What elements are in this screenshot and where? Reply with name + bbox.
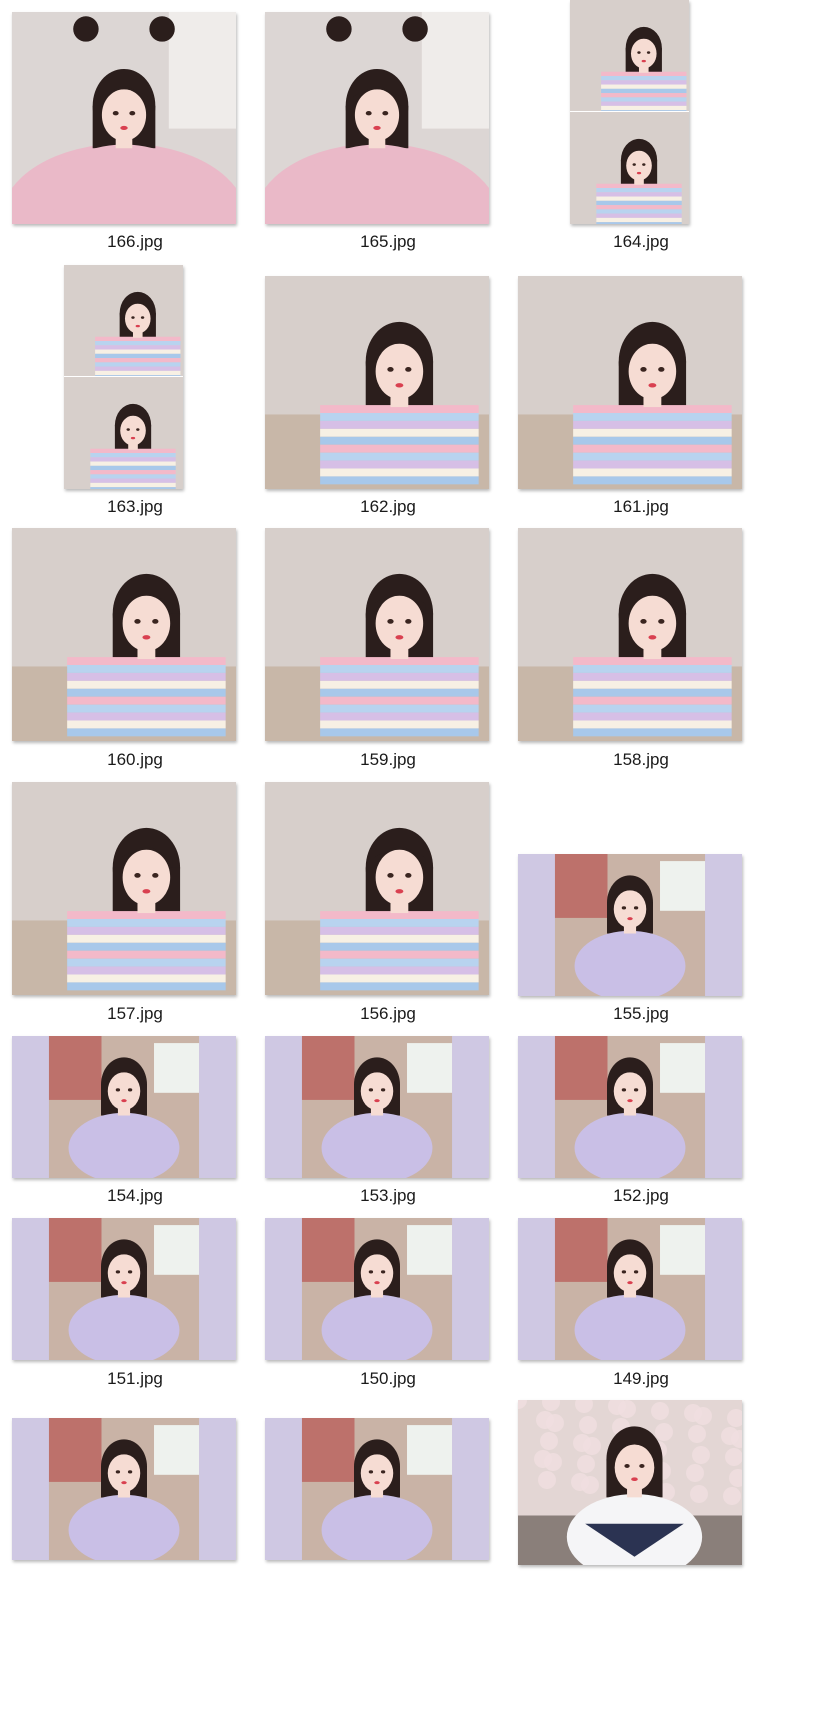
file-thumbnail[interactable]	[265, 1218, 489, 1360]
file-grid: 166.jpg 165.jpg 164.jpg 163.jpg 162.jpg 161.j…	[0, 0, 816, 1719]
photo-image	[265, 1036, 489, 1178]
file-thumbnail[interactable]	[12, 782, 236, 995]
file-name-label[interactable]: 161.jpg	[518, 497, 764, 517]
file-thumbnail[interactable]	[265, 528, 489, 741]
photo-image	[12, 1418, 236, 1560]
file-thumbnail[interactable]	[518, 1036, 742, 1178]
photo-image	[518, 1218, 742, 1360]
photo-image	[265, 1418, 489, 1560]
file-item[interactable]: 159.jpg	[265, 528, 511, 772]
file-item[interactable]: 164.jpg	[518, 0, 764, 254]
file-name-label[interactable]: 157.jpg	[12, 1004, 258, 1024]
photo-image	[518, 528, 742, 741]
file-name-label[interactable]: 160.jpg	[12, 750, 258, 770]
file-thumbnail[interactable]	[12, 1218, 236, 1360]
file-item[interactable]: 162.jpg	[265, 265, 511, 519]
file-name-label[interactable]: 158.jpg	[518, 750, 764, 770]
file-item[interactable]: 157.jpg	[12, 782, 258, 1026]
file-thumbnail[interactable]	[265, 782, 489, 995]
file-item[interactable]: 153.jpg	[265, 1036, 511, 1208]
file-thumbnail[interactable]	[518, 276, 742, 489]
file-thumbnail[interactable]	[265, 1036, 489, 1178]
file-item[interactable]: 150.jpg	[265, 1218, 511, 1391]
photo-image	[12, 528, 236, 741]
file-thumbnail[interactable]	[12, 1418, 236, 1560]
file-thumbnail[interactable]	[570, 0, 689, 224]
file-item[interactable]: 151.jpg	[12, 1218, 258, 1391]
file-name-label[interactable]: 164.jpg	[518, 232, 764, 252]
photo-image	[518, 276, 742, 489]
file-item[interactable]: 156.jpg	[265, 782, 511, 1026]
photo-image	[265, 276, 489, 489]
file-thumbnail[interactable]	[265, 12, 489, 224]
photo-image	[265, 12, 489, 224]
photo-image	[518, 1400, 742, 1565]
file-thumbnail[interactable]	[265, 276, 489, 489]
photo-image	[12, 1036, 236, 1178]
file-name-label[interactable]: 165.jpg	[265, 232, 511, 252]
file-thumbnail[interactable]	[64, 265, 183, 489]
file-thumbnail[interactable]	[265, 1418, 489, 1560]
file-item[interactable]	[518, 1400, 764, 1622]
file-name-label[interactable]: 162.jpg	[265, 497, 511, 517]
file-item[interactable]: 154.jpg	[12, 1036, 258, 1208]
file-name-label[interactable]: 149.jpg	[518, 1369, 764, 1389]
file-item[interactable]: 152.jpg	[518, 1036, 764, 1208]
file-thumbnail[interactable]	[12, 528, 236, 741]
file-name-label[interactable]: 151.jpg	[12, 1369, 258, 1389]
photo-image	[265, 782, 489, 995]
photo-image	[570, 0, 689, 224]
file-item[interactable]: 160.jpg	[12, 528, 258, 772]
photo-image	[265, 1218, 489, 1360]
file-item[interactable]	[265, 1400, 511, 1622]
photo-image	[12, 12, 236, 224]
file-thumbnail[interactable]	[518, 528, 742, 741]
file-name-label[interactable]: 155.jpg	[518, 1004, 764, 1024]
file-item[interactable]: 166.jpg	[12, 0, 258, 254]
file-name-label[interactable]: 163.jpg	[12, 497, 258, 517]
file-name-label[interactable]: 159.jpg	[265, 750, 511, 770]
file-name-label[interactable]: 166.jpg	[12, 232, 258, 252]
file-item[interactable]: 149.jpg	[518, 1218, 764, 1391]
photo-image	[518, 1036, 742, 1178]
photo-image	[12, 1218, 236, 1360]
file-name-label[interactable]: 150.jpg	[265, 1369, 511, 1389]
photo-image	[64, 265, 183, 489]
photo-image	[12, 782, 236, 995]
file-item[interactable]: 158.jpg	[518, 528, 764, 772]
file-item[interactable]: 165.jpg	[265, 0, 511, 254]
file-name-label[interactable]: 154.jpg	[12, 1186, 258, 1206]
file-item[interactable]: 163.jpg	[12, 265, 258, 519]
file-thumbnail[interactable]	[12, 1036, 236, 1178]
file-name-label[interactable]: 156.jpg	[265, 1004, 511, 1024]
file-thumbnail[interactable]	[518, 1218, 742, 1360]
file-thumbnail[interactable]	[518, 854, 742, 996]
file-name-label[interactable]: 152.jpg	[518, 1186, 764, 1206]
photo-image	[518, 854, 742, 996]
file-thumbnail[interactable]	[518, 1400, 742, 1565]
file-name-label[interactable]: 153.jpg	[265, 1186, 511, 1206]
file-item[interactable]: 161.jpg	[518, 265, 764, 519]
file-item[interactable]	[12, 1400, 258, 1622]
file-item[interactable]: 155.jpg	[518, 782, 764, 1026]
file-thumbnail[interactable]	[12, 12, 236, 224]
photo-image	[265, 528, 489, 741]
